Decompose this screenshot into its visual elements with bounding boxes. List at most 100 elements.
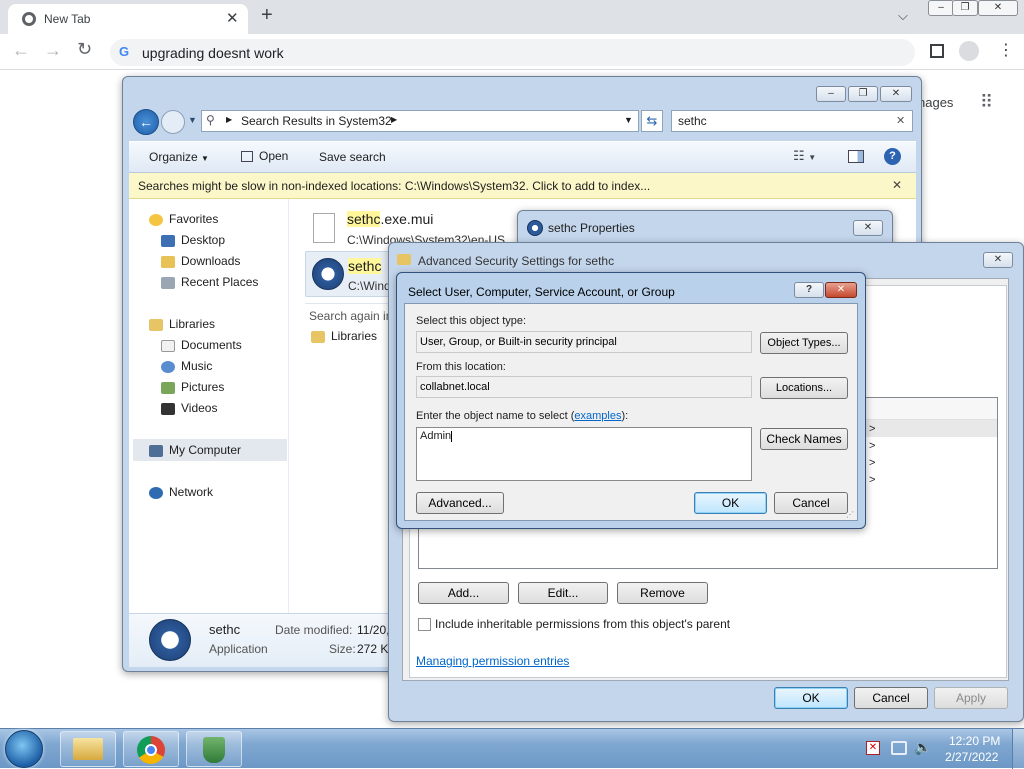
profile-icon[interactable] bbox=[959, 41, 979, 61]
explorer-search-input[interactable]: sethc bbox=[678, 114, 707, 128]
sidebar-item-documents[interactable]: Documents bbox=[161, 335, 242, 355]
details-app-icon bbox=[149, 619, 191, 661]
advanced-apply-button[interactable]: Apply bbox=[934, 687, 1008, 709]
managing-permissions-link[interactable]: Managing permission entries bbox=[416, 654, 569, 668]
sidepanel-icon[interactable] bbox=[930, 44, 944, 58]
sidebar-item-desktop[interactable]: Desktop bbox=[161, 230, 225, 250]
help-icon[interactable]: ? bbox=[884, 148, 901, 165]
address-dropdown-icon[interactable]: ▼ bbox=[624, 115, 633, 125]
sidebar-item-pictures[interactable]: Pictures bbox=[161, 377, 224, 397]
edit-button[interactable]: Edit... bbox=[518, 582, 608, 604]
explorer-back-icon[interactable]: ← bbox=[133, 109, 159, 135]
select-help-icon[interactable]: ? bbox=[794, 282, 824, 298]
sidebar-item-videos[interactable]: Videos bbox=[161, 398, 217, 418]
views-icon[interactable]: ☷ ▼ bbox=[793, 148, 816, 164]
clock-date[interactable]: 2/27/2022 bbox=[945, 750, 998, 764]
sidebar-item-label: Videos bbox=[181, 401, 218, 415]
chrome-taskbar-button[interactable] bbox=[123, 731, 179, 767]
select-user-dialog: Select User, Computer, Service Account, … bbox=[396, 272, 866, 529]
index-infobar[interactable]: Searches might be slow in non-indexed lo… bbox=[129, 173, 916, 199]
libraries-header[interactable]: Libraries bbox=[149, 314, 215, 334]
check-names-button[interactable]: Check Names bbox=[760, 428, 848, 450]
inherit-checkbox-label[interactable]: Include inheritable permissions from thi… bbox=[435, 617, 730, 631]
close-tab-icon[interactable]: ✕ bbox=[226, 9, 239, 27]
clear-search-icon[interactable]: ✕ bbox=[896, 114, 905, 127]
forward-icon[interactable]: → bbox=[44, 40, 62, 61]
search-again-libraries[interactable]: Libraries bbox=[311, 329, 377, 343]
examples-link[interactable]: examples bbox=[574, 410, 621, 422]
sidebar-item-network[interactable]: Network bbox=[149, 482, 213, 502]
details-size-label: Size: bbox=[329, 642, 356, 656]
sidebar-item-recent-places[interactable]: Recent Places bbox=[161, 272, 258, 292]
page-partial-text[interactable]: nages bbox=[918, 95, 953, 110]
reload-icon[interactable]: ↻ bbox=[77, 39, 92, 60]
history-dropdown-icon[interactable]: ▼ bbox=[188, 115, 197, 125]
infobar-close-icon[interactable]: ✕ bbox=[892, 178, 902, 192]
sidebar-item-label: Recent Places bbox=[181, 275, 259, 289]
menu-icon[interactable]: ⋮ bbox=[998, 40, 1014, 60]
action-center-icon[interactable]: ✕ bbox=[866, 741, 880, 755]
pictures-icon bbox=[161, 381, 175, 394]
select-close-icon[interactable]: ✕ bbox=[825, 282, 857, 298]
favorites-header[interactable]: Favorites bbox=[149, 209, 218, 229]
new-tab-icon[interactable]: + bbox=[261, 4, 273, 27]
advanced-close-icon[interactable]: ✕ bbox=[983, 252, 1013, 268]
tab-search-icon[interactable]: ⌵ bbox=[898, 8, 908, 24]
sidebar-item-downloads[interactable]: Downloads bbox=[161, 251, 240, 271]
shield-icon bbox=[203, 737, 225, 763]
select-dialog-title: Select User, Computer, Service Account, … bbox=[408, 285, 675, 299]
preview-pane-icon[interactable] bbox=[848, 150, 864, 163]
folder-icon bbox=[397, 254, 411, 265]
apps-grid-icon[interactable]: ⠿ bbox=[980, 92, 993, 113]
advanced-ok-button[interactable]: OK bbox=[774, 687, 848, 709]
explorer-forward-icon[interactable] bbox=[161, 110, 185, 134]
add-button[interactable]: Add... bbox=[418, 582, 509, 604]
remove-button[interactable]: Remove bbox=[617, 582, 708, 604]
favorites-label: Favorites bbox=[169, 212, 219, 226]
infobar-text: Searches might be slow in non-indexed lo… bbox=[138, 179, 651, 193]
select-advanced-button[interactable]: Advanced... bbox=[416, 492, 504, 514]
minimize-icon[interactable]: – bbox=[928, 0, 954, 16]
restore-icon[interactable]: ❐ bbox=[952, 0, 978, 16]
back-icon[interactable]: ← bbox=[12, 40, 30, 61]
organize-button[interactable]: Organize ▼ bbox=[149, 150, 209, 164]
explorer-close-icon[interactable]: ✕ bbox=[880, 86, 912, 102]
libraries-label: Libraries bbox=[169, 317, 216, 331]
refresh-icon[interactable]: ⇆ bbox=[641, 110, 663, 132]
select-cancel-button[interactable]: Cancel bbox=[774, 492, 848, 514]
sidebar-item-label: My Computer bbox=[169, 443, 242, 457]
object-types-button[interactable]: Object Types... bbox=[760, 332, 848, 354]
advanced-cancel-button[interactable]: Cancel bbox=[854, 687, 928, 709]
object-name-input[interactable]: Admin bbox=[416, 427, 752, 481]
clock-time[interactable]: 12:20 PM bbox=[949, 734, 1000, 748]
explorer-restore-icon[interactable]: ❐ bbox=[848, 86, 878, 102]
security-taskbar-button[interactable] bbox=[186, 731, 242, 767]
open-button[interactable]: Open bbox=[241, 149, 288, 163]
desktop-icon bbox=[161, 234, 175, 247]
locations-button[interactable]: Locations... bbox=[760, 377, 848, 399]
address-bar[interactable]: ⚲ ▶ Search Results in System32 ▶ ▼ bbox=[201, 110, 639, 132]
resize-grip-icon[interactable]: ⋰ bbox=[846, 510, 854, 519]
omnibox[interactable]: G upgrading doesnt work bbox=[110, 39, 915, 66]
explorer-minimize-icon[interactable]: – bbox=[816, 86, 846, 102]
inherit-checkbox[interactable] bbox=[418, 618, 431, 631]
breadcrumb[interactable]: Search Results in System32 bbox=[241, 114, 392, 128]
sidebar-item-my-computer[interactable]: My Computer bbox=[133, 439, 287, 461]
select-ok-button[interactable]: OK bbox=[694, 492, 767, 514]
properties-close-icon[interactable]: ✕ bbox=[853, 220, 883, 236]
show-desktop-button[interactable] bbox=[1012, 729, 1024, 769]
breadcrumb-arrow-icon: ▶ bbox=[226, 115, 233, 124]
close-window-icon[interactable]: ✕ bbox=[978, 0, 1018, 16]
tab-new-tab[interactable]: New Tab ✕ bbox=[8, 4, 248, 34]
volume-icon[interactable]: 🔈 bbox=[914, 739, 931, 756]
save-search-button[interactable]: Save search bbox=[319, 150, 386, 164]
libraries-icon bbox=[149, 318, 163, 331]
explorer-taskbar-button[interactable] bbox=[60, 731, 116, 767]
explorer-search-box[interactable]: sethc ✕ bbox=[671, 110, 913, 132]
object-name-label-post: ): bbox=[621, 410, 629, 422]
start-button-icon[interactable] bbox=[5, 730, 43, 768]
omnibox-text[interactable]: upgrading doesnt work bbox=[142, 45, 284, 61]
network-tray-icon[interactable] bbox=[891, 741, 907, 755]
sidebar-item-music[interactable]: Music bbox=[161, 356, 212, 376]
result-name-highlight: sethc bbox=[348, 258, 382, 274]
